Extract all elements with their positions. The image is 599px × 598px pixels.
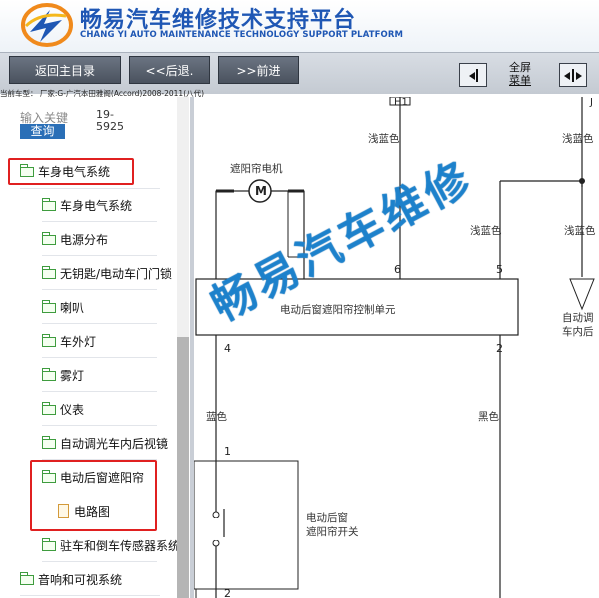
- app-header: 畅易汽车维修技术支持平台 CHANG YI AUTO MAINTENANCE T…: [0, 0, 599, 52]
- tree-separator: [20, 595, 160, 596]
- tree-separator: [42, 425, 157, 426]
- tree-item-horn[interactable]: 喇叭: [42, 293, 84, 323]
- wire-label: 浅蓝色: [368, 133, 400, 145]
- tree-separator: [42, 391, 157, 392]
- tree-separator: [42, 561, 157, 562]
- folder-icon: [42, 300, 56, 313]
- folder-icon: [42, 402, 56, 415]
- arrow-left-icon: [564, 72, 570, 80]
- folder-icon: [42, 266, 56, 279]
- folder-icon: [20, 572, 34, 585]
- tree-item-power-distribution[interactable]: 电源分布: [42, 225, 108, 255]
- folder-icon: [42, 436, 56, 449]
- mirror-unit-label: 自动调 车内后: [562, 312, 594, 338]
- tree-separator: [42, 221, 157, 222]
- wire-label: 浅蓝色: [562, 133, 594, 145]
- switch-contact: [212, 511, 220, 519]
- arrow-right-icon: [576, 72, 582, 80]
- pin-label: 2: [224, 587, 231, 598]
- search-button[interactable]: 查询: [20, 124, 65, 139]
- tree-item-exterior-lights[interactable]: 车外灯: [42, 327, 96, 357]
- switch-label: 电动后窗 遮阳帘开关: [306, 512, 359, 538]
- tree-item-fog-lights[interactable]: 雾灯: [42, 361, 84, 391]
- connector-label: J: [590, 97, 593, 108]
- folder-icon: [42, 538, 56, 551]
- app-subtitle: CHANG YI AUTO MAINTENANCE TECHNOLOGY SUP…: [80, 30, 404, 40]
- sidebar-scrollbar-thumb[interactable]: [177, 337, 189, 598]
- expand-panel-button[interactable]: [559, 63, 587, 87]
- connector-label: H1: [394, 97, 408, 108]
- control-unit-label: 电动后窗遮阳帘控制单元: [280, 304, 396, 316]
- wire-label: 浅蓝色: [470, 225, 502, 237]
- tree-separator: [42, 289, 157, 290]
- tree-separator: [42, 459, 157, 460]
- switch-contact: [212, 539, 220, 547]
- pin-label: 4: [224, 342, 231, 355]
- tree-item-body-electrical-sub[interactable]: 车身电气系统: [42, 191, 132, 221]
- bar-icon: [476, 69, 478, 82]
- back-button[interactable]: <<后退.: [129, 56, 210, 84]
- pin-label: 2: [496, 342, 503, 355]
- arrow-left-icon: [469, 72, 475, 80]
- collapse-panel-button[interactable]: [459, 63, 487, 87]
- mirror-unit-symbol: [569, 278, 595, 311]
- sidebar: 输入关键 查询 19- 5925 车身电气系统 车身电气系统 电源分布 无钥匙/…: [0, 97, 190, 598]
- pin-label: 5: [496, 263, 503, 276]
- pin-label: 6: [394, 263, 401, 276]
- tree-separator: [20, 188, 160, 189]
- motor-label: 遮阳帘电机: [230, 163, 283, 175]
- forward-button[interactable]: >>前进: [218, 56, 299, 84]
- tree-separator: [42, 357, 157, 358]
- tree-item-parking-sensors[interactable]: 驻车和倒车传感器系统: [42, 531, 180, 561]
- folder-icon: [42, 334, 56, 347]
- home-button[interactable]: 返回主目录: [9, 56, 121, 84]
- highlight-box: [8, 158, 134, 185]
- switch-box: [194, 460, 299, 590]
- motor-symbol-label: M: [255, 184, 267, 198]
- bar-icon: [572, 69, 574, 82]
- search-code: 19- 5925: [96, 108, 124, 133]
- folder-icon: [42, 368, 56, 381]
- tree-separator: [42, 255, 157, 256]
- fullscreen-menu-button[interactable]: 全屏 菜单: [505, 61, 535, 87]
- tree-separator: [42, 323, 157, 324]
- folder-icon: [42, 198, 56, 211]
- wire-label: 浅蓝色: [564, 225, 596, 237]
- tree-item-auto-dimming-mirror[interactable]: 自动调光车内后视镜: [42, 429, 168, 459]
- folder-icon: [42, 232, 56, 245]
- wire-label: 黑色: [478, 411, 499, 423]
- circuit-diagram: H1 J 浅蓝色 浅蓝色 遮阳帘电机 M 浅蓝色 浅蓝色 6 5 电动后窗遮阳帘…: [194, 97, 599, 598]
- tree-item-audio-visual[interactable]: 音响和可视系统: [20, 565, 122, 595]
- pin-label: 1: [224, 445, 231, 458]
- wire-label: 蓝色: [206, 411, 227, 423]
- logo-icon: [21, 3, 73, 47]
- tree-item-gauges[interactable]: 仪表: [42, 395, 84, 425]
- tree-item-keyless[interactable]: 无钥匙/电动车门门锁: [42, 259, 172, 289]
- highlight-box: [30, 460, 157, 531]
